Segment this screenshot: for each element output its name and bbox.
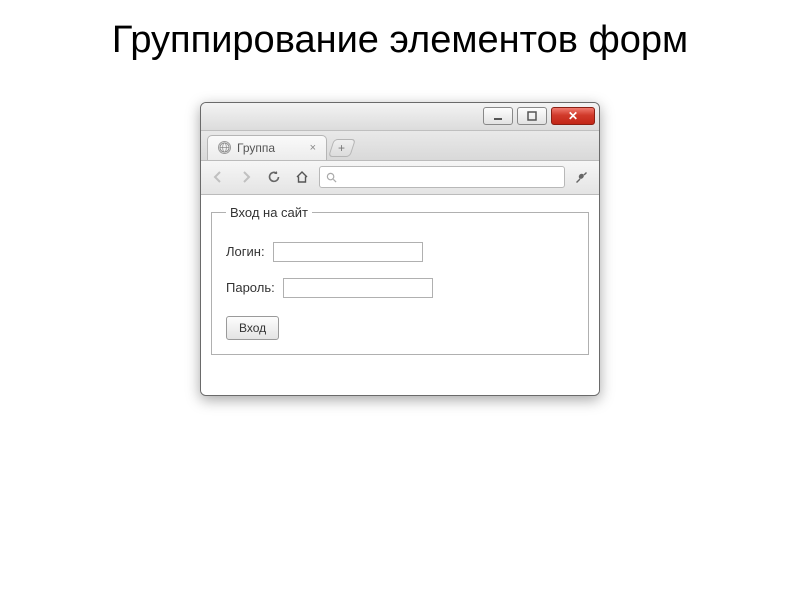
address-bar[interactable] [319, 166, 565, 188]
window-titlebar: ✕ [201, 103, 599, 131]
home-icon [295, 170, 309, 184]
globe-icon [218, 141, 231, 154]
slide-title: Группирование элементов форм [0, 0, 800, 74]
wrench-icon [575, 170, 589, 184]
login-fieldset: Вход на сайт Логин: Пароль: Вход [211, 205, 589, 355]
home-button[interactable] [291, 166, 313, 188]
login-row: Логин: [226, 242, 574, 262]
password-label: Пароль: [226, 280, 275, 295]
back-icon [212, 171, 224, 183]
login-input[interactable] [273, 242, 423, 262]
tab-title: Группа [237, 141, 275, 155]
submit-button[interactable]: Вход [226, 316, 279, 340]
back-button[interactable] [207, 166, 229, 188]
settings-button[interactable] [571, 166, 593, 188]
browser-toolbar [201, 161, 599, 195]
close-button[interactable]: ✕ [551, 107, 595, 125]
close-icon: ✕ [568, 109, 578, 123]
page-content: Вход на сайт Логин: Пароль: Вход [201, 195, 599, 395]
browser-window: ✕ Группа × + [200, 102, 600, 396]
maximize-icon [527, 111, 537, 121]
browser-tab[interactable]: Группа × [207, 135, 327, 160]
password-input[interactable] [283, 278, 433, 298]
fieldset-legend: Вход на сайт [226, 205, 312, 220]
reload-icon [267, 170, 281, 184]
forward-button[interactable] [235, 166, 257, 188]
minimize-icon [493, 111, 503, 121]
password-row: Пароль: [226, 278, 574, 298]
login-label: Логин: [226, 244, 265, 259]
maximize-button[interactable] [517, 107, 547, 125]
plus-icon: + [338, 141, 345, 155]
tab-close-icon[interactable]: × [310, 142, 316, 154]
reload-button[interactable] [263, 166, 285, 188]
minimize-button[interactable] [483, 107, 513, 125]
search-icon [326, 172, 337, 183]
tab-strip: Группа × + [201, 131, 599, 161]
new-tab-button[interactable]: + [328, 139, 356, 157]
forward-icon [240, 171, 252, 183]
